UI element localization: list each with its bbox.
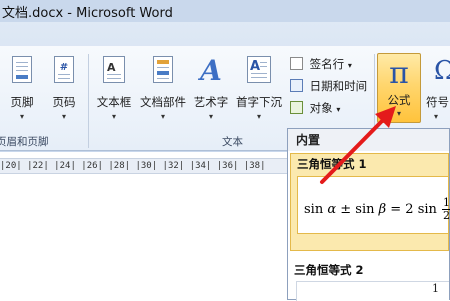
equation-button[interactable]: π 公式 ▾ bbox=[377, 53, 421, 123]
dropcap-button[interactable]: A 首字下沉 ▾ bbox=[234, 56, 284, 122]
textbox-label: 文本框 bbox=[96, 95, 132, 109]
wordart-icon: A bbox=[200, 54, 222, 87]
chevron-down-icon: ▾ bbox=[347, 61, 352, 70]
chevron-down-icon: ▾ bbox=[208, 112, 213, 121]
gallery-entry-trig-identity-2[interactable]: 1 bbox=[296, 281, 449, 301]
group-label-text: 文本 bbox=[222, 136, 243, 148]
pi-icon: π bbox=[389, 56, 409, 91]
equation-gallery: 内置 三角恒等式 1 sin α ± sin β = 2 sin 12(α 三角… bbox=[287, 128, 450, 301]
footer-icon bbox=[12, 56, 32, 83]
gallery-entry-title: 三角恒等式 2 bbox=[294, 263, 364, 277]
equation-formula: sin α ± sin β = 2 sin 12(α bbox=[304, 196, 450, 222]
horizontal-ruler[interactable]: |20| |22| |24| |26| |28| |30| |32| |34| … bbox=[0, 158, 300, 174]
gallery-entry-trig-identity-1[interactable]: 三角恒等式 1 sin α ± sin β = 2 sin 12(α bbox=[290, 153, 450, 251]
equation-preview: sin α ± sin β = 2 sin 12(α bbox=[297, 176, 450, 234]
chevron-down-icon: ▾ bbox=[19, 112, 24, 121]
quick-parts-label: 文档部件 bbox=[140, 95, 186, 109]
chevron-down-icon: ▾ bbox=[160, 112, 165, 121]
date-time-label: 日期和时间 bbox=[309, 79, 368, 93]
signature-line-label: 签名行 bbox=[309, 57, 345, 71]
group-separator bbox=[88, 54, 89, 148]
page-number-button[interactable]: # 页码 ▾ bbox=[44, 56, 84, 122]
textbox-icon: A bbox=[103, 56, 125, 83]
object-button[interactable]: 对象 ▾ bbox=[290, 100, 340, 118]
group-label-header-footer: 页眉和页脚 bbox=[0, 136, 49, 148]
symbol-button[interactable]: Ω 符号 ▾ bbox=[424, 56, 450, 122]
chevron-down-icon: ▾ bbox=[434, 112, 439, 121]
page-number-icon: # bbox=[54, 56, 74, 83]
chevron-down-icon: ▾ bbox=[396, 109, 401, 118]
window-title: 文档.docx - Microsoft Word bbox=[2, 6, 173, 21]
equation-preview-partial: 1 bbox=[432, 282, 439, 295]
quick-parts-button[interactable]: 文档部件 ▾ bbox=[138, 56, 188, 122]
wordart-button[interactable]: A 艺术字 ▾ bbox=[190, 56, 232, 122]
quick-parts-icon bbox=[153, 56, 173, 83]
signature-line-button[interactable]: 签名行 ▾ bbox=[290, 56, 352, 74]
gallery-section-header: 内置 bbox=[288, 129, 449, 151]
dropcap-label: 首字下沉 bbox=[236, 95, 282, 109]
symbol-label: 符号 bbox=[426, 95, 449, 109]
footer-button[interactable]: 页脚 ▾ bbox=[2, 56, 42, 122]
calendar-icon bbox=[290, 79, 303, 92]
chevron-down-icon: ▾ bbox=[256, 112, 261, 121]
textbox-button[interactable]: A 文本框 ▾ bbox=[92, 56, 136, 122]
omega-icon: Ω bbox=[434, 56, 450, 86]
page-number-label: 页码 bbox=[52, 95, 76, 109]
title-bar: 文档.docx - Microsoft Word bbox=[0, 0, 450, 22]
document-canvas[interactable] bbox=[0, 174, 300, 300]
signature-icon bbox=[290, 57, 303, 70]
object-label: 对象 bbox=[309, 101, 333, 115]
chevron-down-icon: ▾ bbox=[336, 105, 341, 114]
equation-label: 公式 bbox=[387, 93, 411, 107]
object-icon bbox=[290, 101, 303, 114]
gallery-entry-title: 三角恒等式 1 bbox=[297, 157, 367, 171]
wordart-label: 艺术字 bbox=[193, 95, 229, 109]
dropcap-icon: A bbox=[247, 56, 271, 83]
chevron-down-icon: ▾ bbox=[61, 112, 66, 121]
chevron-down-icon: ▾ bbox=[111, 112, 116, 121]
date-time-button[interactable]: 日期和时间 bbox=[290, 78, 367, 96]
footer-label: 页脚 bbox=[10, 95, 34, 109]
